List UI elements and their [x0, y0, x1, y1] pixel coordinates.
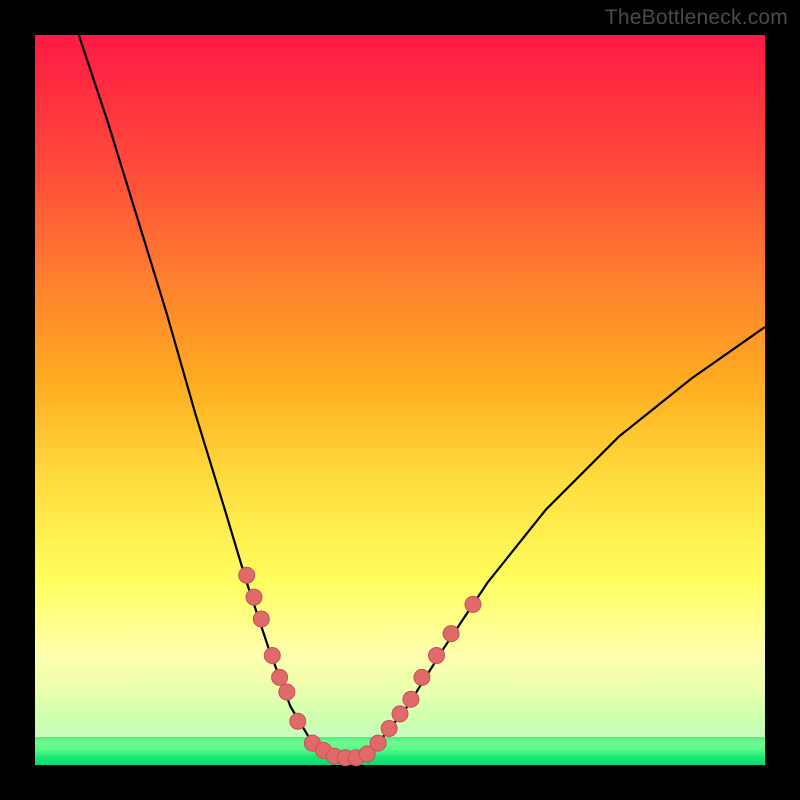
- curve-marker: [429, 648, 445, 664]
- watermark-text: TheBottleneck.com: [605, 6, 788, 30]
- curve-marker: [253, 611, 269, 627]
- curve-marker: [272, 669, 288, 685]
- curve-marker: [443, 626, 459, 642]
- curve-marker: [465, 596, 481, 612]
- curve-marker: [403, 691, 419, 707]
- curve-marker: [392, 706, 408, 722]
- curve-marker: [239, 567, 255, 583]
- curve-marker: [264, 648, 280, 664]
- curve-marker: [381, 721, 397, 737]
- plot-area: [35, 35, 765, 765]
- bottleneck-curve: [79, 35, 765, 758]
- curve-marker: [279, 684, 295, 700]
- chart-svg: [35, 35, 765, 765]
- curve-marker: [290, 713, 306, 729]
- curve-marker: [246, 589, 262, 605]
- curve-marker: [370, 735, 386, 751]
- chart-frame: TheBottleneck.com: [0, 0, 800, 800]
- curve-marker: [414, 669, 430, 685]
